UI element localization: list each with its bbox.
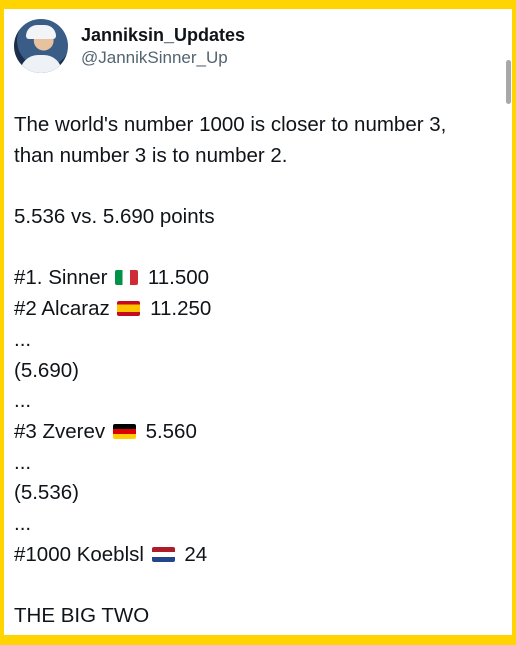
avatar[interactable] xyxy=(14,19,68,73)
gap-1: (5.690) xyxy=(14,358,79,382)
tweet-body: The world's number 1000 is closer to num… xyxy=(14,110,504,632)
rank-3-label: #3 Zverev xyxy=(14,420,106,443)
tweet-line-2: than number 3 is to number 2. xyxy=(14,143,288,167)
rank-3-points: 5.560 xyxy=(145,420,197,443)
bottom-border xyxy=(0,635,516,645)
closing-line: THE BIG TWO xyxy=(14,604,150,628)
top-border xyxy=(0,0,516,9)
rank-1000-label: #1000 Koeblsl xyxy=(14,542,144,566)
rank-2-label: #2 Alcaraz xyxy=(14,297,110,321)
gap-2: (5.536) xyxy=(14,481,79,505)
germany-flag-icon xyxy=(112,424,136,439)
rank-1000-points: 24 xyxy=(184,542,208,566)
author-names: Janniksin_Updates @JannikSinner_Up xyxy=(81,24,245,69)
spain-flag-icon xyxy=(117,301,141,317)
tweet-header: Janniksin_Updates @JannikSinner_Up xyxy=(14,19,245,73)
right-border xyxy=(512,0,516,645)
ellipsis-line: ... xyxy=(14,389,32,413)
scrollbar[interactable] xyxy=(506,60,511,104)
left-border xyxy=(0,0,4,645)
rank-1-line: #1. Sinner 11.500 xyxy=(14,263,504,294)
rank-3-line: #3 Zverev 5.560 xyxy=(14,417,504,448)
rank-1000-line: #1000 Koeblsl 24 xyxy=(14,540,504,571)
ellipsis-line: ... xyxy=(14,327,32,351)
rank-1-points: 11.500 xyxy=(147,266,210,290)
rank-2-line: #2 Alcaraz 11.250 xyxy=(14,294,504,325)
author-display-name[interactable]: Janniksin_Updates xyxy=(81,24,245,46)
italy-flag-icon xyxy=(115,270,139,286)
rank-2-points: 11.250 xyxy=(150,297,212,321)
netherlands-flag-icon xyxy=(151,546,175,562)
tweet-line-1: The world's number 1000 is closer to num… xyxy=(14,113,447,136)
points-compare: 5.536 vs. 5.690 points xyxy=(14,205,215,229)
rank-1-label: #1. Sinner xyxy=(14,266,108,290)
avatar-shirt xyxy=(20,55,62,73)
author-handle[interactable]: @JannikSinner_Up xyxy=(81,47,245,69)
ellipsis-line: ... xyxy=(14,512,32,536)
avatar-cap xyxy=(26,25,56,39)
ellipsis-line: ... xyxy=(14,450,32,474)
